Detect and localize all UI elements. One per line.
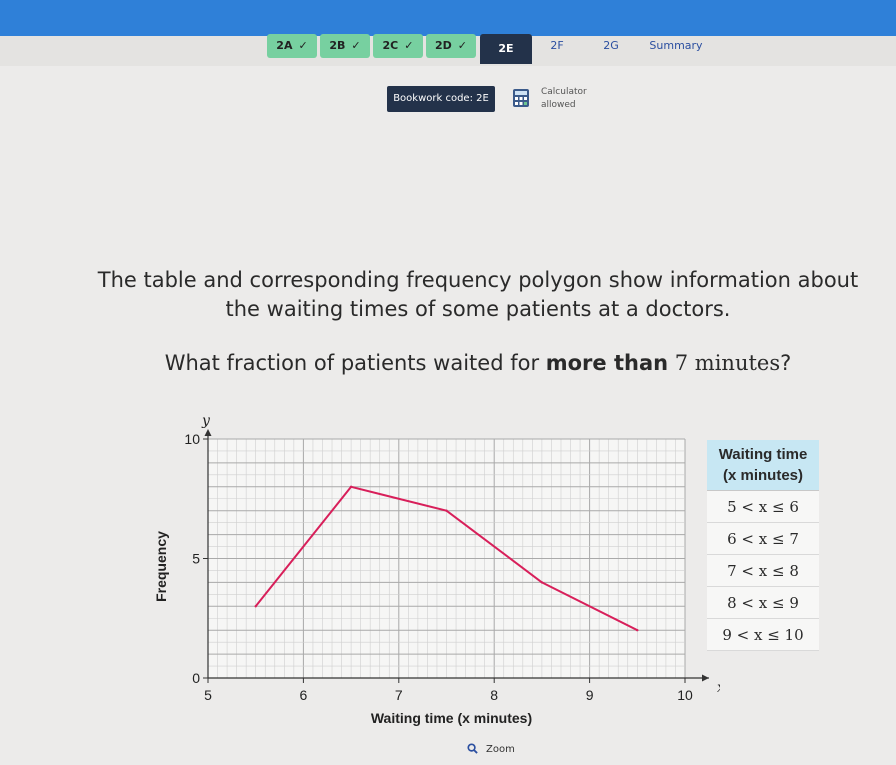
data-point bbox=[540, 581, 544, 584]
x-tick-label: 5 bbox=[204, 687, 212, 703]
y-axis-arrow bbox=[204, 429, 212, 436]
x-tick-label: 7 bbox=[395, 687, 403, 703]
tab-label: Summary bbox=[649, 39, 703, 52]
y-tick-label: 0 bbox=[192, 670, 200, 686]
tab-label: 2B bbox=[329, 39, 346, 52]
table-row: 9 < x ≤ 10 bbox=[707, 618, 819, 651]
zoom-label: Zoom bbox=[486, 744, 515, 755]
check-icon: ✓ bbox=[404, 39, 414, 52]
calculator-icon bbox=[513, 89, 529, 107]
table-cell: 9 < x ≤ 10 bbox=[707, 618, 819, 651]
frequency-polygon-chart: 56789100510xyWaiting time (x minutes)Fre… bbox=[153, 413, 720, 726]
x-tick-label: 10 bbox=[677, 687, 693, 703]
table-row: 8 < x ≤ 9 bbox=[707, 586, 819, 619]
magnifier-icon bbox=[467, 743, 478, 754]
check-icon: ✓ bbox=[351, 39, 361, 52]
data-point bbox=[254, 605, 257, 608]
tab-2d[interactable]: 2D ✓ bbox=[426, 34, 476, 58]
tab-summary[interactable]: Summary bbox=[640, 34, 712, 58]
data-point bbox=[445, 509, 448, 512]
tab-label: 2D bbox=[434, 39, 452, 52]
tab-label: 2E bbox=[498, 42, 514, 55]
y-tick-label: 10 bbox=[184, 431, 200, 447]
calculator-status-line1: Calculator bbox=[541, 87, 587, 97]
question-suffix: ? bbox=[780, 351, 792, 375]
x-axis-title: Waiting time (x minutes) bbox=[371, 710, 532, 726]
calculator-status-line2: allowed bbox=[541, 100, 576, 110]
data-point bbox=[636, 629, 639, 632]
tab-label: 2C bbox=[382, 39, 399, 52]
table-cell: 7 < x ≤ 8 bbox=[707, 554, 819, 587]
question-line-3: What fraction of patients waited for mor… bbox=[60, 351, 896, 375]
table-cell: 5 < x ≤ 6 bbox=[707, 490, 819, 523]
tab-label: 2F bbox=[550, 39, 564, 52]
zoom-button[interactable]: Zoom bbox=[467, 743, 515, 755]
tab-2a[interactable]: 2A ✓ bbox=[267, 34, 317, 58]
y-tick-label: 5 bbox=[192, 551, 200, 567]
x-tick-label: 9 bbox=[586, 687, 594, 703]
table-cell: 8 < x ≤ 9 bbox=[707, 586, 819, 619]
table-row: 6 < x ≤ 7 bbox=[707, 522, 819, 555]
x-axis-arrow bbox=[702, 674, 709, 682]
question-emphasis: more than bbox=[545, 351, 669, 375]
waiting-time-table: Waiting time (x minutes) 5 < x ≤ 66 < x ≤… bbox=[707, 440, 819, 651]
tab-label: 2A bbox=[276, 39, 293, 52]
table-row: 7 < x ≤ 8 bbox=[707, 554, 819, 587]
x-tick-label: 6 bbox=[300, 687, 308, 703]
table-header-line2: (x minutes) bbox=[722, 467, 803, 484]
tab-2f[interactable]: 2F bbox=[537, 34, 577, 58]
data-point bbox=[349, 485, 353, 488]
question-threshold: 7 minutes bbox=[668, 351, 781, 375]
table-header-line1: Waiting time bbox=[718, 446, 808, 463]
table-row: 5 < x ≤ 6 bbox=[707, 490, 819, 523]
table-cell: 6 < x ≤ 7 bbox=[707, 522, 819, 555]
tab-2g[interactable]: 2G bbox=[591, 34, 631, 58]
tab-2e[interactable]: 2E bbox=[480, 34, 532, 64]
check-icon: ✓ bbox=[298, 39, 308, 52]
tab-2c[interactable]: 2C ✓ bbox=[373, 34, 423, 58]
bookwork-code-badge: Bookwork code: 2E bbox=[387, 86, 495, 112]
x-axis-symbol: x bbox=[717, 680, 720, 696]
question-line-1: The table and corresponding frequency po… bbox=[97, 268, 859, 292]
y-axis-symbol: y bbox=[201, 413, 211, 429]
x-tick-label: 8 bbox=[490, 687, 498, 703]
question-prefix: What fraction of patients waited for bbox=[164, 351, 546, 375]
tab-label: 2G bbox=[603, 39, 619, 52]
question-line-2: the waiting times of some patients at a … bbox=[225, 297, 731, 321]
table-header: Waiting time (x minutes) bbox=[707, 440, 819, 491]
top-bar bbox=[0, 0, 896, 36]
tab-2b[interactable]: 2B ✓ bbox=[320, 34, 370, 58]
check-icon: ✓ bbox=[457, 39, 467, 52]
y-axis-title: Frequency bbox=[153, 531, 169, 602]
